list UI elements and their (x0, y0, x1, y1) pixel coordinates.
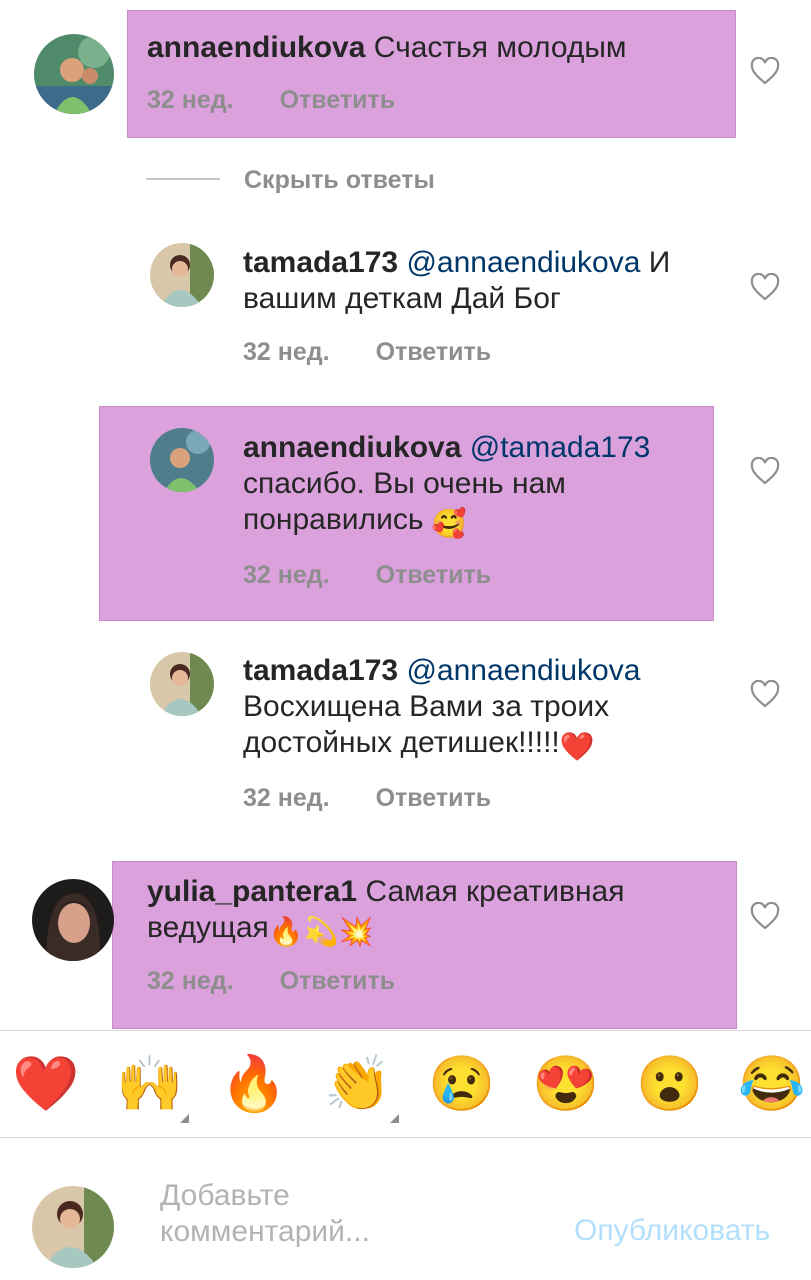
reply-button[interactable]: Ответить (376, 561, 492, 589)
comment-text: annaendiukova Счастья молодым (147, 30, 707, 66)
like-heart-icon[interactable] (750, 273, 780, 301)
like-heart-icon[interactable] (750, 902, 780, 930)
comment-body: Счастья молодым (373, 31, 627, 64)
comment-meta: 32 нед. Ответить (243, 338, 491, 367)
comment-text: tamada173 @annaendiukova Восхищена Вами … (243, 653, 723, 761)
timestamp: 32 нед. (243, 338, 330, 366)
comment-text: tamada173 @annaendiukova И вашим деткам … (243, 245, 723, 317)
comment-body: спасибо. Вы очень нам (243, 467, 566, 500)
reply-button[interactable]: Ответить (280, 967, 396, 995)
like-heart-icon[interactable] (750, 680, 780, 708)
avatar[interactable] (150, 243, 214, 307)
comment-meta: 32 нед. Ответить (243, 561, 491, 590)
clapping-hands-emoji-button[interactable]: 👏 (322, 1048, 394, 1120)
heart-emoji-button[interactable]: ❤️ (10, 1048, 82, 1120)
red-heart-emoji: ❤️ (559, 731, 595, 762)
comment-text: yulia_pantera1 Самая креативная ведущая🔥… (147, 874, 707, 946)
comment-body: Самая креативная (365, 875, 625, 908)
mention-link[interactable]: @annaendiukova (406, 246, 640, 279)
comment-body: достойных детишек!!!!! (243, 726, 560, 759)
comment-meta: 32 нед. Ответить (147, 86, 395, 115)
fire-sparkle-boom-emoji: 🔥💫💥 (268, 916, 374, 947)
divider-line (146, 178, 220, 180)
reply-button[interactable]: Ответить (376, 338, 492, 366)
avatar[interactable] (34, 34, 114, 114)
skin-tone-indicator-icon (390, 1114, 399, 1123)
placeholder-text: Добавьте (160, 1179, 290, 1212)
crying-face-emoji-button[interactable]: 😢 (426, 1048, 498, 1120)
like-heart-icon[interactable] (750, 57, 780, 85)
timestamp: 32 нед. (147, 967, 234, 995)
raising-hands-emoji-button[interactable]: 🙌 (114, 1048, 186, 1120)
placeholder-text: комментарий... (160, 1215, 370, 1248)
username-link[interactable]: annaendiukova (147, 31, 365, 64)
comment-meta: 32 нед. Ответить (147, 967, 395, 996)
heart-eyes-emoji-button[interactable]: 😍 (530, 1048, 602, 1120)
avatar[interactable] (150, 652, 214, 716)
timestamp: 32 нед. (243, 561, 330, 589)
comment-body: ведущая (147, 911, 269, 944)
username-link[interactable]: tamada173 (243, 654, 398, 687)
username-link[interactable]: tamada173 (243, 246, 398, 279)
mention-link[interactable]: @annaendiukova (406, 654, 640, 687)
timestamp: 32 нед. (243, 784, 330, 812)
comment-body: И (648, 246, 671, 279)
skin-tone-indicator-icon (180, 1114, 189, 1123)
comment-input[interactable]: Добавьте комментарий... (160, 1178, 540, 1250)
publish-button[interactable]: Опубликовать (574, 1214, 770, 1248)
comment-text: annaendiukova @tamada173 спасибо. Вы оче… (243, 430, 703, 538)
divider (0, 1030, 811, 1031)
comment-body: понравились (243, 503, 424, 536)
avatar[interactable] (32, 879, 114, 961)
username-link[interactable]: yulia_pantera1 (147, 875, 357, 908)
reply-button[interactable]: Ответить (376, 784, 492, 812)
surprised-face-emoji-button[interactable]: 😮 (634, 1048, 706, 1120)
avatar[interactable] (150, 428, 214, 492)
smiling-hearts-emoji: 🥰 (431, 508, 467, 539)
divider (0, 1137, 811, 1138)
comment-body: вашим деткам Дай Бог (243, 282, 561, 315)
timestamp: 32 нед. (147, 86, 234, 114)
reply-button[interactable]: Ответить (280, 86, 396, 114)
fire-emoji-button[interactable]: 🔥 (218, 1048, 290, 1120)
username-link[interactable]: annaendiukova (243, 431, 461, 464)
comment-body: Восхищена Вами за троих (243, 690, 610, 723)
emoji-reaction-bar: ❤️ 🙌 🔥 👏 😢 😍 😮 😂 (0, 1040, 811, 1128)
laughing-tears-emoji-button[interactable]: 😂 (736, 1048, 808, 1120)
avatar (32, 1186, 114, 1268)
hide-replies-button[interactable]: Скрыть ответы (244, 166, 435, 195)
like-heart-icon[interactable] (750, 457, 780, 485)
mention-link[interactable]: @tamada173 (470, 431, 651, 464)
comment-meta: 32 нед. Ответить (243, 784, 491, 813)
